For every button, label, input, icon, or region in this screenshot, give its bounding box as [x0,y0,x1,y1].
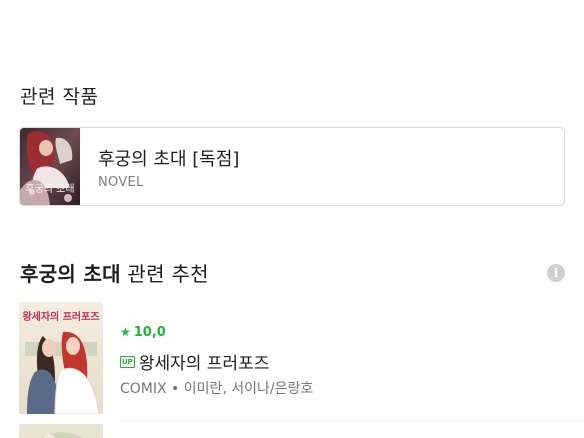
recommendation-title: 왕세자의 프러포즈 [138,354,270,374]
info-icon[interactable]: i [547,264,565,282]
related-work-cover: 후궁의 초대 [20,128,80,205]
up-badge: UP [120,355,135,368]
recommendations-heading: 후궁의 초대 관련 추천 [20,258,209,287]
rating: ★ 10,0 [120,325,166,340]
page: 관련 작품 후궁의 초대 후궁의 초대 [독점] NOVEL 후궁의 초대 관련… [0,0,584,438]
recommendation-title-row[interactable]: UP 왕세자의 프러포즈 [120,349,269,374]
recommendation-meta: COMIX • 이미란, 서이나/은랑호 [120,381,314,397]
star-icon: ★ [120,325,131,339]
divider [120,420,584,421]
recommendation-cover-next[interactable] [19,424,103,438]
recommendation-cover[interactable]: 왕세자의 프러포즈 [19,302,103,414]
recommendation-cover-title: 왕세자의 프러포즈 [22,310,99,323]
related-work-card[interactable]: 후궁의 초대 후궁의 초대 [독점] NOVEL [19,127,565,206]
recommendations-heading-work: 후궁의 초대 [20,262,121,286]
recommendations-heading-suffix: 관련 추천 [120,262,209,286]
related-work-type: NOVEL [98,175,144,190]
related-work-title: 후궁의 초대 [독점] [98,149,240,170]
related-works-heading: 관련 작품 [20,86,99,108]
rating-value: 10,0 [133,325,166,340]
related-cover-title: 후궁의 초대 [25,183,74,195]
